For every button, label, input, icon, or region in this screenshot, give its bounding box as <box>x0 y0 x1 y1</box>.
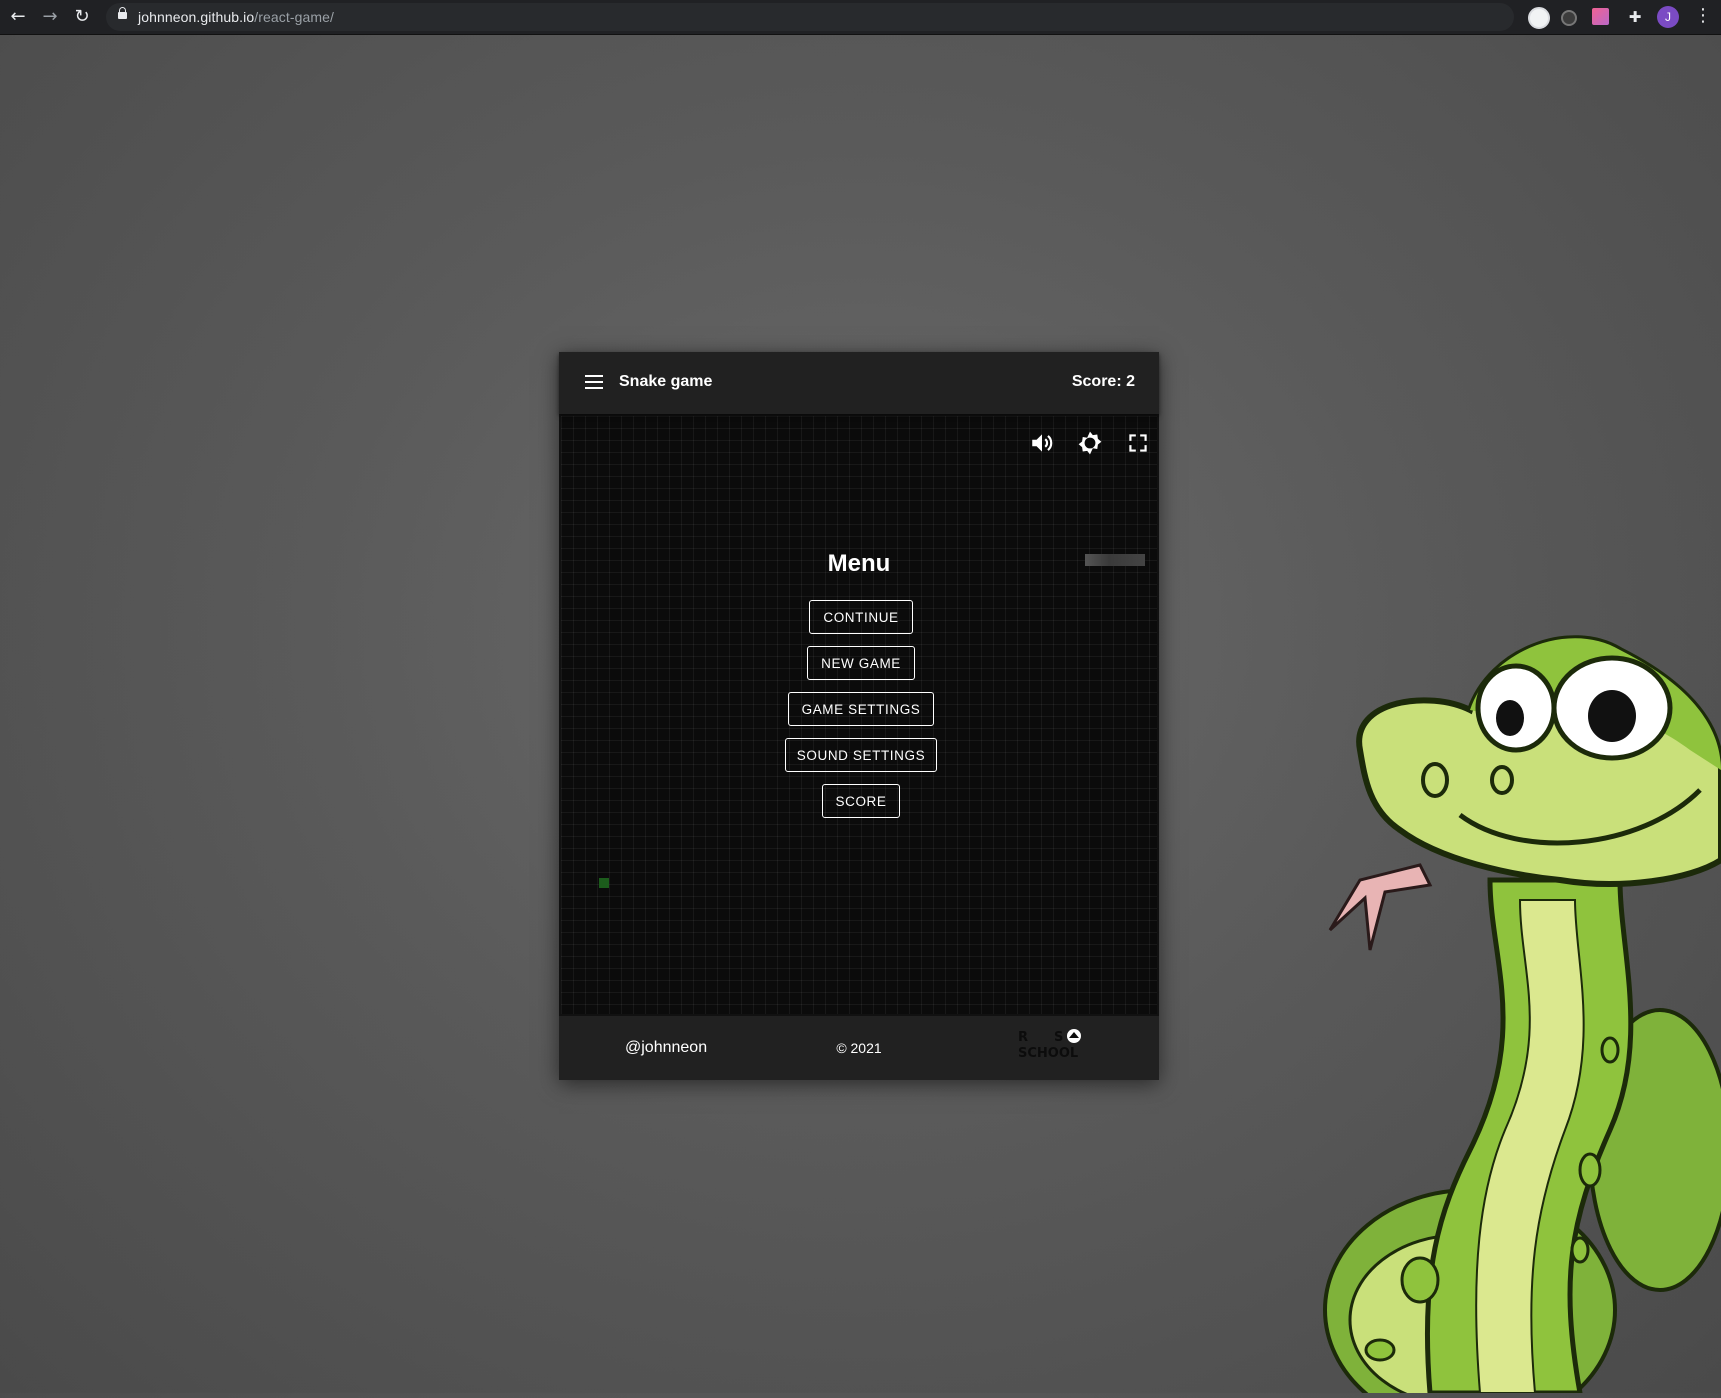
address-bar[interactable]: johnneon.github.io/react-game/ ☆ <box>106 3 1608 31</box>
forward-icon[interactable]: → <box>39 6 61 28</box>
svg-text:S: S <box>1054 1030 1063 1045</box>
game-window: Snake game Score: 2 Menu CONTINUE NEW GA… <box>559 352 1159 1080</box>
more-menu-icon[interactable]: ⋮ <box>1694 5 1712 26</box>
svg-text:R: R <box>1018 1030 1028 1045</box>
svg-text:SCHOOL: SCHOOL <box>1018 1046 1078 1061</box>
puzzle-icon[interactable]: ✚ <box>1624 6 1646 28</box>
browser-toolbar: ← → ↻ johnneon.github.io/react-game/ ☆ ✚… <box>0 0 1721 35</box>
footer: @johnneon © 2021 R S SCHOOL <box>559 1016 1159 1080</box>
score-button[interactable]: SCORE <box>822 784 900 818</box>
app-header: Snake game Score: 2 <box>559 352 1159 414</box>
new-game-button[interactable]: NEW GAME <box>807 646 915 680</box>
menu-panel: Menu CONTINUE NEW GAME GAME SETTINGS SOU… <box>561 416 1157 1014</box>
game-settings-button[interactable]: GAME SETTINGS <box>788 692 934 726</box>
reload-icon[interactable]: ↻ <box>71 6 93 28</box>
hamburger-menu-icon[interactable] <box>585 375 603 389</box>
game-field[interactable]: Menu CONTINUE NEW GAME GAME SETTINGS SOU… <box>561 416 1157 1014</box>
avatar[interactable]: J <box>1657 6 1679 28</box>
extension-icon[interactable] <box>1528 7 1550 29</box>
sound-settings-button[interactable]: SOUND SETTINGS <box>785 738 937 772</box>
score-display: Score: 2 <box>1071 373 1135 390</box>
page-title: Snake game <box>619 373 713 390</box>
url-text: johnneon.github.io/react-game/ <box>138 9 335 25</box>
menu-title: Menu <box>827 550 891 577</box>
extension-icon[interactable] <box>1592 8 1609 25</box>
extension-icon[interactable] <box>1561 10 1577 26</box>
lock-icon <box>118 7 127 19</box>
back-icon[interactable]: ← <box>7 6 29 28</box>
snake-mascot-image <box>1320 630 1721 1398</box>
rs-school-logo[interactable]: R S SCHOOL <box>1016 1029 1096 1069</box>
continue-button[interactable]: CONTINUE <box>809 600 913 634</box>
